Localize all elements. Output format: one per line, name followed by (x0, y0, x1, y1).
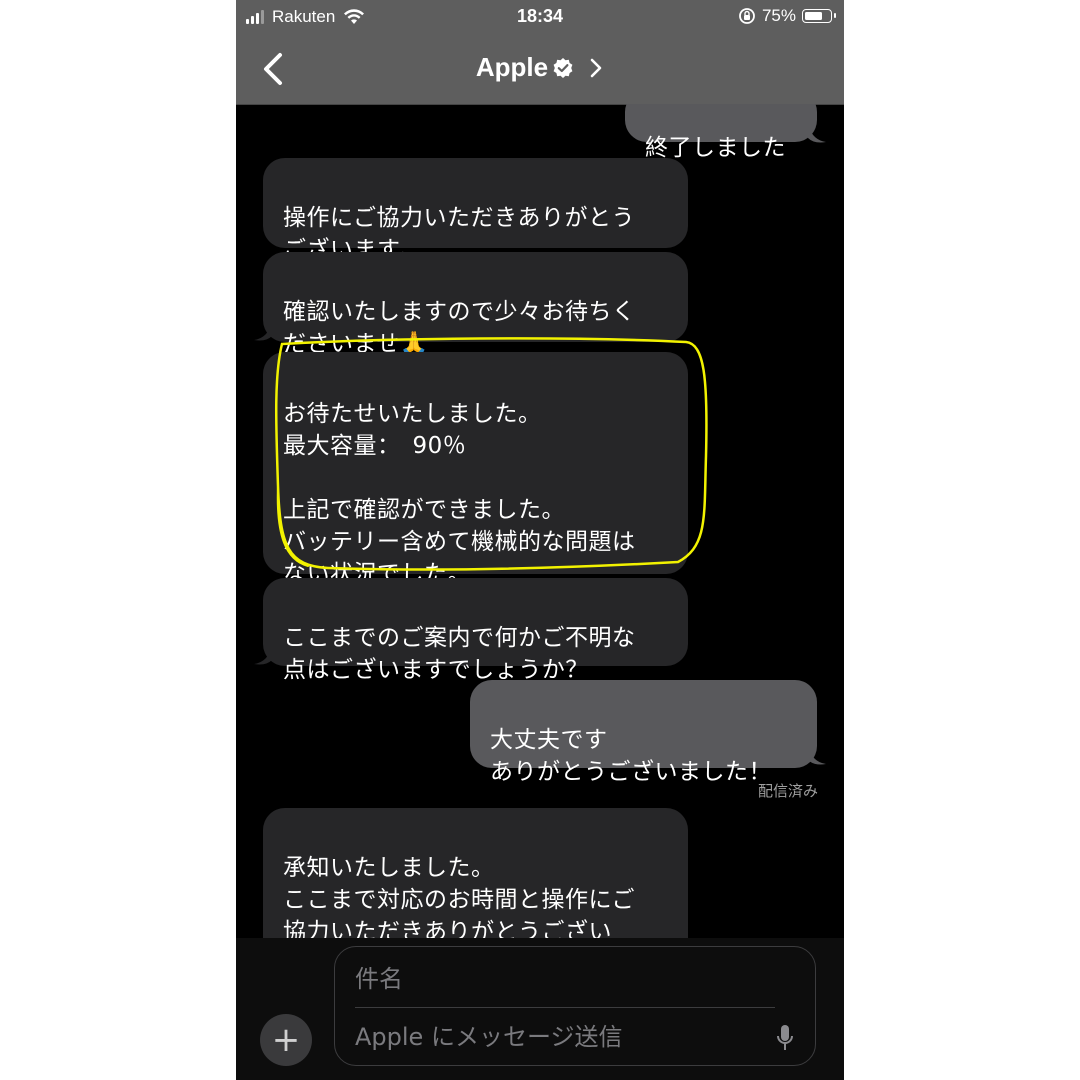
message-text: 承知いたしました。 ここまで対応のお時間と操作にご 協力いただきありがとうござい… (283, 855, 636, 938)
bubble-tail (254, 322, 272, 341)
compose-area: + (236, 938, 844, 1080)
rotation-lock-icon (739, 8, 755, 24)
contact-name: Apple (475, 52, 549, 82)
microphone-icon[interactable] (775, 1023, 795, 1053)
incoming-message[interactable]: 承知いたしました。 ここまで対応のお時間と操作にご 協力いただきありがとうござい… (263, 808, 688, 938)
outgoing-message[interactable]: 大丈夫です ありがとうございました！ (470, 680, 817, 785)
message-list[interactable]: 終了しました 操作にご協力いただきありがとう ございます。 確認いたしますので少… (236, 104, 844, 938)
chevron-right-icon (590, 58, 602, 77)
phone-screen: Rakuten 18:34 75% Apple 終了しました 操作にご協力いただ… (236, 0, 844, 1080)
message-text: お待たせいたしました。 最大容量： 90％ 上記で確認ができました。 バッテリー… (283, 401, 636, 587)
battery-icon (802, 9, 836, 23)
delivered-status: 配信済み (757, 782, 818, 800)
contact-title[interactable]: Apple (236, 52, 844, 83)
bubble-tail (254, 646, 272, 665)
message-text: 大丈夫です ありがとうございました！ (490, 727, 772, 785)
message-text: ここまでのご案内で何かご不明な 点はございますでしょうか？ (283, 625, 636, 683)
conversation-header: Apple (236, 34, 844, 105)
add-attachment-button[interactable]: + (260, 1014, 312, 1066)
outgoing-message[interactable]: 終了しました (625, 104, 817, 161)
battery-percent: 75% (761, 6, 796, 25)
status-bar: Rakuten 18:34 75% (236, 0, 844, 34)
verified-badge-icon (553, 57, 573, 78)
incoming-message[interactable]: 操作にご協力いただきありがとう ございます。 (263, 158, 688, 263)
compose-divider (355, 1007, 775, 1008)
incoming-message[interactable]: 確認いたしますので少々お待ちく ださいませ🙏 (263, 252, 688, 357)
incoming-message-highlighted[interactable]: お待たせいたしました。 最大容量： 90％ 上記で確認ができました。 バッテリー… (263, 352, 688, 587)
compose-box (334, 946, 816, 1066)
bubble-tail (808, 746, 826, 765)
status-right: 75% (738, 6, 836, 26)
bubble-tail (808, 124, 826, 143)
subject-field[interactable] (355, 957, 775, 1001)
message-text: 確認いたしますので少々お待ちく ださいませ🙏 (283, 299, 636, 357)
message-input[interactable] (355, 1015, 755, 1059)
incoming-message[interactable]: ここまでのご案内で何かご不明な 点はございますでしょうか？ (263, 578, 688, 683)
